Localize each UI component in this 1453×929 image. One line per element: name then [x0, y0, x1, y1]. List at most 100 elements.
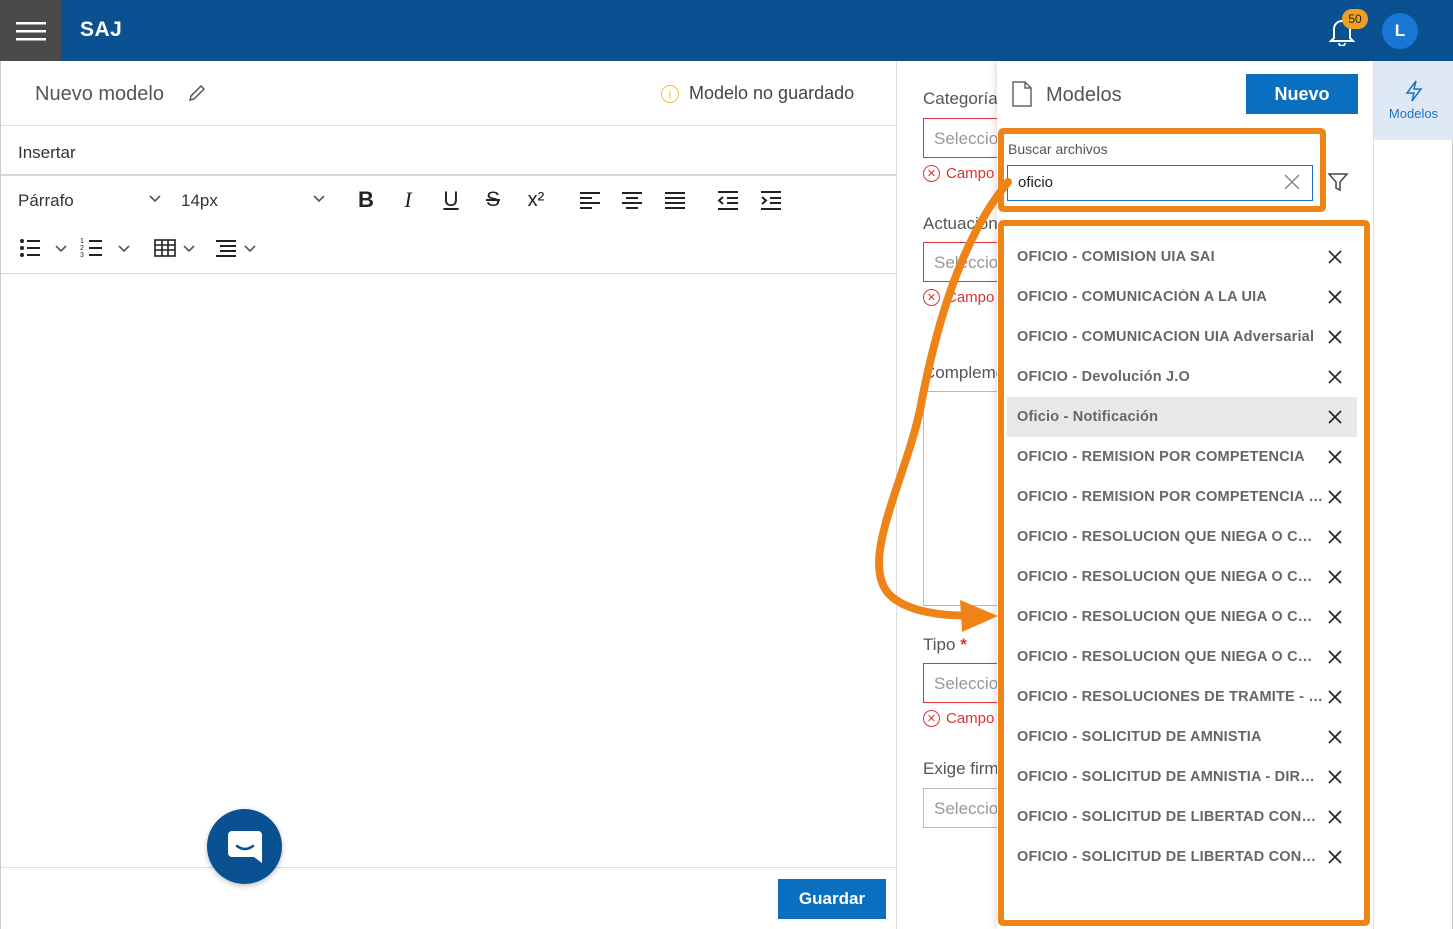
formatting-toolbar: Párrafo 14px B I U S x² [1, 177, 897, 225]
error-icon: ✕ [923, 165, 940, 182]
save-status: i Modelo no guardado [661, 83, 854, 104]
actuacion-select[interactable]: Seleccione [923, 242, 997, 282]
model-item-label: OFICIO - SOLICITUD DE LIBERTAD CONDIC... [1017, 849, 1323, 865]
table-icon[interactable] [152, 235, 178, 261]
italic-icon[interactable]: I [395, 187, 421, 213]
new-model-button[interactable]: Nuevo [1246, 74, 1358, 114]
remove-icon[interactable] [1327, 529, 1343, 545]
chevron-down-icon[interactable] [147, 191, 163, 207]
remove-icon[interactable] [1327, 609, 1343, 625]
svg-text:1: 1 [80, 238, 84, 245]
model-list-item[interactable]: OFICIO - SOLICITUD DE LIBERTAD CONDIC... [1007, 837, 1357, 877]
svg-text:2: 2 [80, 245, 84, 252]
save-status-text: Modelo no guardado [689, 83, 855, 103]
app-brand[interactable]: SAJ [80, 18, 122, 42]
model-list-item[interactable]: OFICIO - REMISION POR COMPETENCIA [1007, 437, 1357, 477]
actuacion-error: ✕ Campo obligatorio [923, 289, 997, 306]
model-item-label: OFICIO - REMISION POR COMPETENCIA [1017, 449, 1305, 465]
strikethrough-icon[interactable]: S [480, 187, 506, 213]
chevron-down-icon[interactable] [181, 241, 197, 257]
remove-icon[interactable] [1327, 569, 1343, 585]
align-center-icon[interactable] [619, 187, 645, 213]
outdent-icon[interactable] [715, 187, 741, 213]
paragraph-style-select[interactable]: Párrafo [18, 191, 74, 211]
categoria-label: Categoría [923, 89, 997, 108]
model-item-label: OFICIO - Devolución J.O [1017, 369, 1190, 385]
model-list-item[interactable]: OFICIO - RESOLUCION QUE NIEGA O CON... [1007, 637, 1357, 677]
model-list-item[interactable]: OFICIO - SOLICITUD DE AMNISTIA [1007, 717, 1357, 757]
remove-icon[interactable] [1327, 369, 1343, 385]
clear-search-icon[interactable] [1281, 171, 1303, 193]
model-item-label: OFICIO - COMISION UIA SAI [1017, 249, 1215, 265]
bullet-list-icon[interactable] [17, 235, 43, 261]
categoria-error: ✕ Campo obligatorio [923, 165, 997, 182]
align-justify-icon[interactable] [662, 187, 688, 213]
font-size-select[interactable]: 14px [181, 191, 218, 211]
chevron-down-icon[interactable] [311, 191, 327, 207]
search-input[interactable]: oficio [1007, 165, 1313, 201]
superscript-icon[interactable]: x² [523, 187, 549, 213]
remove-icon[interactable] [1327, 249, 1343, 265]
remove-icon[interactable] [1327, 729, 1343, 745]
remove-icon[interactable] [1327, 329, 1343, 345]
numbered-list-icon[interactable]: 123 [79, 235, 105, 261]
model-list-item[interactable]: OFICIO - REMISION POR COMPETENCIA - ... [1007, 477, 1357, 517]
complemento-label: Complemento [923, 363, 997, 382]
indent-icon[interactable] [758, 187, 784, 213]
model-list-item[interactable]: OFICIO - RESOLUCION QUE NIEGA O CON... [1007, 597, 1357, 637]
chat-button[interactable] [207, 809, 282, 884]
remove-icon[interactable] [1327, 809, 1343, 825]
model-item-label: Oficio - Notificación [1017, 409, 1159, 425]
chevron-down-icon[interactable] [116, 241, 132, 257]
exige-firma-select[interactable]: Seleccione [923, 788, 997, 828]
rail-tab-modelos[interactable]: Modelos [1374, 61, 1453, 140]
user-avatar[interactable]: L [1380, 11, 1420, 51]
remove-icon[interactable] [1327, 769, 1343, 785]
error-text: Campo obligatorio [946, 710, 997, 727]
remove-icon[interactable] [1327, 449, 1343, 465]
save-button[interactable]: Guardar [778, 879, 886, 919]
insert-menu[interactable]: Insertar [18, 143, 76, 163]
chat-icon [227, 830, 262, 863]
filter-icon[interactable] [1327, 171, 1349, 193]
model-item-label: OFICIO - RESOLUCION QUE NIEGA O CON... [1017, 569, 1323, 585]
categoria-select[interactable]: Seleccione [923, 118, 997, 158]
chevron-down-icon[interactable] [53, 241, 69, 257]
model-list-item[interactable]: OFICIO - RESOLUCIONES DE TRAMITE - DI... [1007, 677, 1357, 717]
model-list-item[interactable]: OFICIO - COMISION UIA SAI [1007, 237, 1357, 277]
model-item-label: OFICIO - RESOLUCION QUE NIEGA O CON... [1017, 609, 1323, 625]
remove-icon[interactable] [1327, 849, 1343, 865]
model-list-item[interactable]: OFICIO - COMUNICACIÓN A LA UIA [1007, 277, 1357, 317]
remove-icon[interactable] [1327, 489, 1343, 505]
chevron-down-icon[interactable] [242, 241, 258, 257]
error-icon: ✕ [923, 289, 940, 306]
tipo-select[interactable]: Seleccione [923, 663, 997, 703]
model-list-item[interactable]: OFICIO - RESOLUCION QUE NIEGA O CON... [1007, 557, 1357, 597]
bold-icon[interactable]: B [353, 187, 379, 213]
remove-icon[interactable] [1327, 649, 1343, 665]
align-left-icon[interactable] [577, 187, 603, 213]
underline-icon[interactable]: U [438, 187, 464, 213]
model-list-item[interactable]: OFICIO - COMUNICACION UIA Adversarial [1007, 317, 1357, 357]
model-list-item[interactable]: OFICIO - SOLICITUD DE AMNISTIA - DIREC..… [1007, 757, 1357, 797]
model-list-item[interactable]: OFICIO - RESOLUCION QUE NIEGA O CON... [1007, 517, 1357, 557]
model-list: OFICIO - COMISION UIA SAI OFICIO - COMUNI… [1007, 237, 1357, 877]
menu-icon[interactable] [0, 0, 61, 61]
search-label: Buscar archivos [1008, 141, 1108, 157]
model-list-item[interactable]: OFICIO - SOLICITUD DE LIBERTAD CONDIC... [1007, 797, 1357, 837]
models-panel: Modelos Nuevo Buscar archivos oficio OFI… [997, 61, 1373, 929]
notification-badge: 50 [1342, 9, 1368, 29]
model-list-item[interactable]: OFICIO - Devolución J.O [1007, 357, 1357, 397]
complemento-textarea[interactable] [923, 391, 997, 606]
list-style-icon[interactable] [213, 235, 239, 261]
remove-icon[interactable] [1327, 289, 1343, 305]
model-list-item[interactable]: Oficio - Notificación [1007, 397, 1357, 437]
edit-title-icon[interactable] [187, 83, 207, 103]
top-bar: SAJ 50 L [0, 0, 1453, 61]
error-text: Campo obligatorio [946, 165, 997, 182]
right-rail: Modelos [1373, 61, 1453, 929]
editor-area: Nuevo modelo i Modelo no guardado Insert… [0, 61, 897, 929]
document-title[interactable]: Nuevo modelo [35, 83, 164, 106]
remove-icon[interactable] [1327, 689, 1343, 705]
remove-icon[interactable] [1327, 409, 1343, 425]
